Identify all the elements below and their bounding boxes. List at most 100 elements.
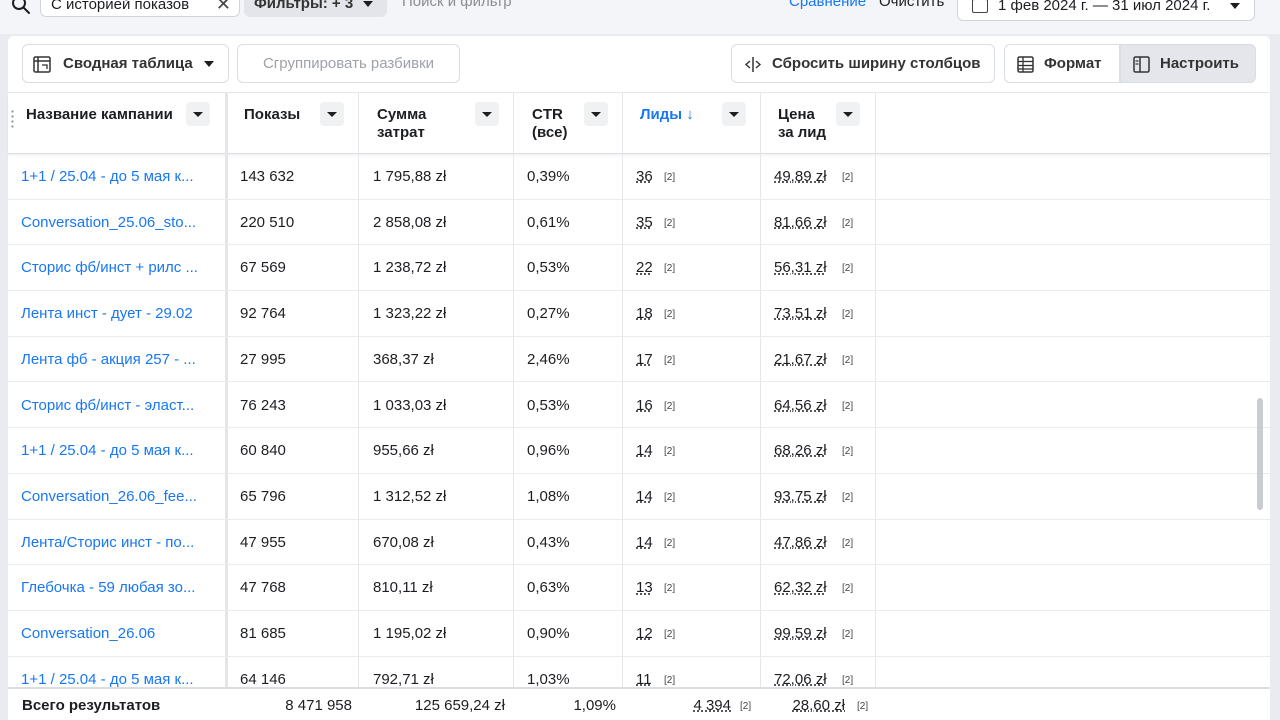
footnote-ref[interactable]: [2] (664, 337, 675, 384)
search-input[interactable]: Поиск и фильтр (402, 0, 512, 10)
footnote-ref[interactable]: [2] (842, 565, 853, 612)
leads-cell[interactable]: 36 (636, 154, 653, 200)
campaign-name-link[interactable]: Conversation_26.06_fee... (21, 474, 217, 520)
cost-per-lead-cell[interactable]: 21,67 zł (774, 337, 827, 383)
cost-per-lead-cell[interactable]: 56,31 zł (774, 245, 827, 291)
customize-button[interactable]: Настроить (1120, 44, 1256, 83)
footnote-ref[interactable]: [2] (842, 200, 853, 247)
leads-cell[interactable]: 12 (636, 611, 653, 657)
footnote-ref[interactable]: [2] (664, 383, 675, 430)
cost-per-lead-cell[interactable]: 73,51 zł (774, 291, 827, 337)
campaign-name-link[interactable]: Conversation_26.06 (21, 611, 217, 657)
footnote-ref[interactable]: [2] (842, 383, 853, 430)
compare-link[interactable]: Сравнение (789, 0, 866, 10)
leads-cell[interactable]: 14 (636, 474, 653, 520)
campaign-name-link[interactable]: 1+1 / 25.04 - до 5 мая к... (21, 428, 217, 474)
footnote-ref[interactable]: [2] (664, 565, 675, 612)
cost-per-lead-cell[interactable]: 62,32 zł (774, 565, 827, 611)
campaign-name-link[interactable]: Лента/Сторис инст - по... (21, 520, 217, 566)
search-icon[interactable] (10, 0, 32, 16)
pivot-table-button[interactable]: Сводная таблица (22, 44, 229, 83)
table-row[interactable]: 1+1 / 25.04 - до 5 мая к... 143 632 1 795,… (8, 154, 1270, 200)
totals-leads[interactable]: 4 394 (693, 689, 731, 720)
footnote-ref[interactable]: [2] (664, 154, 675, 201)
campaign-name-link[interactable]: Глебочка - 59 любая зо... (21, 565, 217, 611)
column-header-campaign-name[interactable]: Название кампании (8, 93, 225, 154)
column-header-leads[interactable]: Лиды ↓ (630, 93, 760, 154)
footnote-ref[interactable]: [2] (740, 689, 751, 720)
leads-cell[interactable]: 16 (636, 383, 653, 429)
column-header-spend[interactable]: Сумма затрат (367, 93, 514, 154)
campaign-name-link[interactable]: Лента инст - дует - 29.02 (21, 291, 217, 337)
table-row[interactable]: Лента/Сторис инст - по... 47 955 670,08 zł… (8, 520, 1270, 566)
table-row[interactable]: Глебочка - 59 любая зо... 47 768 810,11 zł… (8, 565, 1270, 611)
table-row[interactable]: 1+1 / 25.04 - до 5 мая к... 60 840 955,66 … (8, 428, 1270, 474)
chevron-down-icon[interactable] (584, 102, 608, 126)
footnote-ref[interactable]: [2] (664, 291, 675, 338)
table-row[interactable]: Conversation_26.06_fee... 65 796 1 312,52 … (8, 474, 1270, 520)
cost-per-lead-cell[interactable]: 64,56 zł (774, 383, 827, 429)
table-row[interactable]: Conversation_26.06 81 685 1 195,02 zł 0,90%… (8, 611, 1270, 657)
footnote-ref[interactable]: [2] (664, 474, 675, 521)
column-title: Показы (244, 106, 301, 123)
leads-cell[interactable]: 18 (636, 291, 653, 337)
column-header-cost-per-lead[interactable]: Цена за лид (768, 93, 875, 154)
cost-per-lead-cell[interactable]: 99,59 zł (774, 611, 827, 657)
chevron-down-icon[interactable] (836, 102, 860, 126)
column-header-impressions[interactable]: Показы (234, 93, 359, 154)
table-row[interactable]: Лента фб - акция 257 - ... 27 995 368,37 z… (8, 337, 1270, 383)
drag-handle-icon[interactable] (11, 109, 14, 129)
table-row[interactable]: Сторис фб/инст - эласт... 76 243 1 033,03 … (8, 383, 1270, 429)
footnote-ref[interactable]: [2] (842, 154, 853, 201)
leads-cell[interactable]: 22 (636, 245, 653, 291)
cost-per-lead-cell[interactable]: 49,89 zł (774, 154, 827, 200)
footnote-ref[interactable]: [2] (842, 245, 853, 292)
footnote-ref[interactable]: [2] (857, 689, 868, 720)
cost-per-lead-cell[interactable]: 68,26 zł (774, 428, 827, 474)
filters-chip[interactable]: Фильтры: + 3 (244, 0, 387, 17)
table-row[interactable]: Conversation_25.06_sto... 220 510 2 858,08… (8, 200, 1270, 246)
footnote-ref[interactable]: [2] (664, 200, 675, 247)
leads-cell[interactable]: 14 (636, 520, 653, 566)
campaign-name-link[interactable]: Сторис фб/инст + рилс ... (21, 245, 217, 291)
chevron-down-icon[interactable] (186, 102, 210, 126)
vertical-scrollbar[interactable] (1257, 398, 1263, 510)
column-header-ctr[interactable]: CTR (все) (522, 93, 622, 154)
format-button[interactable]: Формат (1004, 44, 1120, 83)
footnote-ref[interactable]: [2] (664, 428, 675, 475)
chevron-down-icon[interactable] (475, 102, 499, 126)
cost-per-lead-cell[interactable]: 81,66 zł (774, 200, 827, 246)
cost-per-lead-cell[interactable]: 47,86 zł (774, 520, 827, 566)
totals-cost-per-lead[interactable]: 28,60 zł (792, 689, 845, 720)
group-breakdowns-button[interactable]: Сгруппировать разбивки (237, 44, 460, 83)
footnote-ref[interactable]: [2] (842, 428, 853, 475)
leads-cell[interactable]: 35 (636, 200, 653, 246)
leads-cell[interactable]: 17 (636, 337, 653, 383)
date-range-picker[interactable]: 1 фев 2024 г. — 31 июл 2024 г. (957, 0, 1255, 21)
chevron-down-icon[interactable] (320, 102, 344, 126)
chevron-down-icon[interactable] (722, 102, 746, 126)
campaign-name-link[interactable]: 1+1 / 25.04 - до 5 мая к... (21, 154, 217, 200)
spend-cell: 810,11 zł (373, 579, 433, 597)
footnote-ref[interactable]: [2] (842, 611, 853, 658)
cost-per-lead-cell[interactable]: 93,75 zł (774, 474, 827, 520)
campaign-name-link[interactable]: Лента фб - акция 257 - ... (21, 337, 217, 383)
campaign-name-link[interactable]: Conversation_25.06_sto... (21, 200, 217, 246)
footnote-ref[interactable]: [2] (842, 291, 853, 338)
footnote-ref[interactable]: [2] (842, 337, 853, 384)
footnote-ref[interactable]: [2] (842, 474, 853, 521)
clear-button[interactable]: Очистить (879, 0, 944, 10)
table-row[interactable]: Сторис фб/инст + рилс ... 67 569 1 238,72 … (8, 245, 1270, 292)
table-row[interactable]: Лента инст - дует - 29.02 92 764 1 323,22 … (8, 291, 1270, 337)
spend-cell: 1 033,03 zł (373, 396, 447, 414)
campaign-name-link[interactable]: Сторис фб/инст - эласт... (21, 383, 217, 429)
leads-cell[interactable]: 14 (636, 428, 653, 474)
history-filter-chip[interactable]: С историей показов ✕ (40, 0, 240, 17)
footnote-ref[interactable]: [2] (664, 245, 675, 292)
reset-column-widths-button[interactable]: Сбросить ширину столбцов (731, 44, 995, 83)
footnote-ref[interactable]: [2] (842, 520, 853, 567)
footnote-ref[interactable]: [2] (664, 520, 675, 567)
footnote-ref[interactable]: [2] (664, 611, 675, 658)
close-icon[interactable]: ✕ (216, 0, 231, 18)
leads-cell[interactable]: 13 (636, 565, 653, 611)
